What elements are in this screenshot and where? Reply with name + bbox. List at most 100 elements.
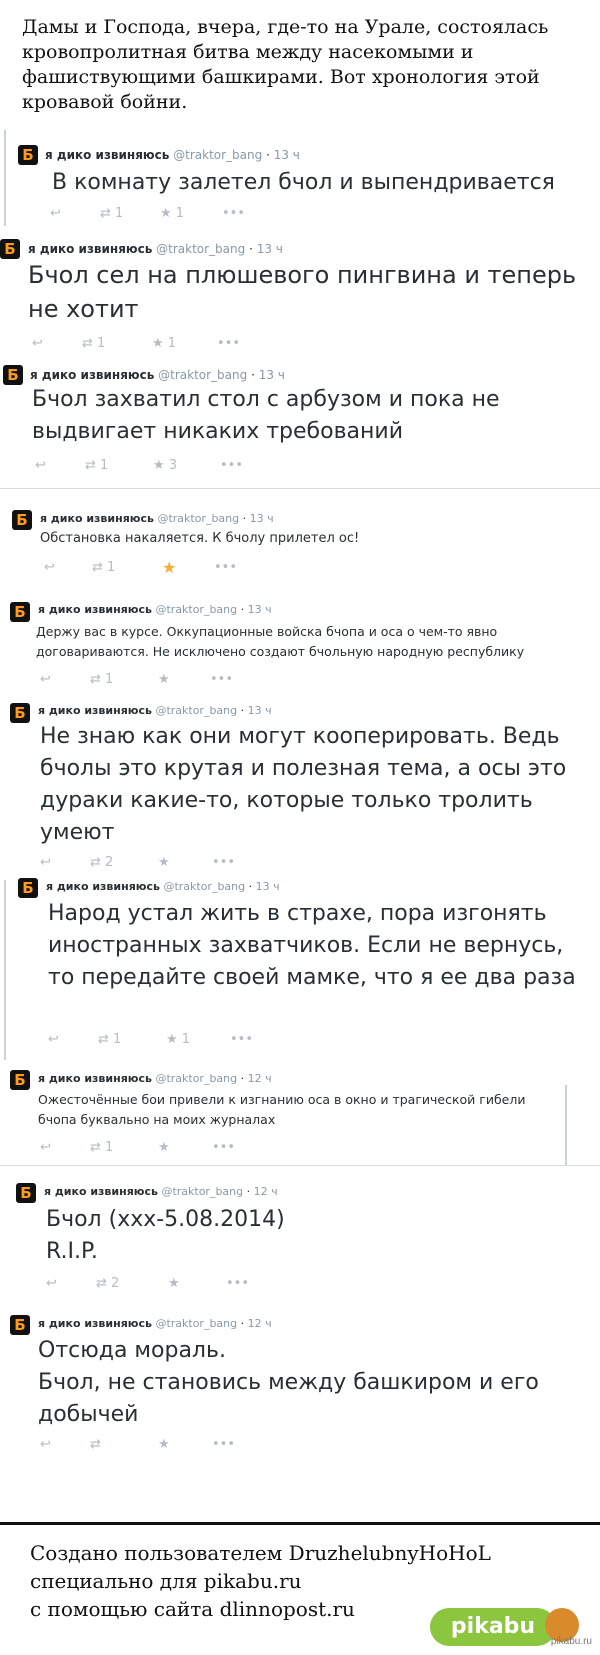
author-handle[interactable]: @traktor_bang — [157, 512, 239, 525]
tweet-text: Держу вас в курсе. Оккупационные войска … — [36, 624, 525, 659]
footer: Создано пользователем DruzhelubnyHoHoL с… — [0, 1522, 600, 1655]
reply-icon[interactable]: ↩ — [40, 855, 51, 870]
favorite-icon-active[interactable]: ★ — [162, 558, 176, 577]
favorite-icon[interactable]: ★ — [158, 672, 170, 687]
tweet-header: я дико извиняюсь @traktor_bang · 13 ч — [28, 242, 283, 256]
retweet-icon[interactable]: ⇄ — [90, 1437, 101, 1452]
avatar[interactable]: Б — [10, 1070, 30, 1090]
avatar[interactable]: Б — [18, 145, 38, 165]
author-handle[interactable]: @traktor_bang — [173, 148, 262, 162]
more-icon[interactable]: ••• — [217, 336, 240, 351]
tweet-header: я дико извиняюсь @traktor_bang · 13 ч — [45, 148, 300, 162]
reply-icon[interactable]: ↩ — [40, 1437, 51, 1452]
pikabu-logo[interactable]: pikabu — [430, 1608, 556, 1646]
favorite-icon[interactable]: ★ 3 — [153, 458, 177, 473]
reply-icon[interactable]: ↩ — [46, 1276, 57, 1291]
retweet-icon[interactable]: ⇄ 2 — [90, 855, 113, 870]
author-handle[interactable]: @traktor_bang — [155, 1317, 237, 1330]
avatar[interactable]: Б — [16, 1183, 36, 1203]
author-handle[interactable]: @traktor_bang — [158, 368, 247, 382]
footer-line-tool: с помощью сайта dlinnopost.ru — [30, 1597, 355, 1621]
author-name[interactable]: я дико извиняюсь — [30, 368, 154, 382]
author-handle[interactable]: @traktor_bang — [161, 1185, 243, 1198]
avatar[interactable]: Б — [10, 602, 30, 622]
tweet-time[interactable]: 13 ч — [250, 512, 274, 525]
retweet-count: 1 — [107, 560, 116, 575]
author-name[interactable]: я дико извиняюсь — [28, 242, 152, 256]
favorite-icon[interactable]: ★ — [158, 1140, 170, 1155]
author-name[interactable]: я дико извиняюсь — [38, 1072, 152, 1085]
author-name[interactable]: я дико извиняюсь — [44, 1185, 158, 1198]
reply-icon[interactable]: ↩ — [48, 1032, 59, 1047]
more-icon[interactable]: ••• — [212, 1140, 235, 1155]
author-name[interactable]: я дико извиняюсь — [38, 1317, 152, 1330]
more-icon[interactable]: ••• — [222, 206, 245, 221]
more-icon[interactable]: ••• — [220, 458, 243, 473]
more-icon[interactable]: ••• — [212, 855, 235, 870]
tweet-time[interactable]: 13 ч — [248, 704, 272, 717]
author-name[interactable]: я дико извиняюсь — [46, 880, 160, 893]
tweet-time[interactable]: 13 ч — [248, 603, 272, 616]
tweet-time[interactable]: 13 ч — [259, 368, 285, 382]
retweet-icon[interactable]: ⇄ 1 — [85, 458, 108, 473]
author-handle[interactable]: @traktor_bang — [155, 603, 237, 616]
tweet-time[interactable]: 13 ч — [274, 148, 300, 162]
more-icon[interactable]: ••• — [230, 1032, 253, 1047]
author-handle[interactable]: @traktor_bang — [163, 880, 245, 893]
author-name[interactable]: я дико извиняюсь — [40, 512, 154, 525]
divider — [4, 880, 6, 1060]
intro-text: Дамы и Господа, вчера, где-то на Урале, … — [22, 16, 549, 113]
tweet-time[interactable]: 12 ч — [248, 1072, 272, 1085]
reply-icon[interactable]: ↩ — [50, 206, 61, 221]
reply-icon[interactable]: ↩ — [40, 672, 51, 687]
avatar[interactable]: Б — [10, 703, 30, 723]
reply-icon[interactable]: ↩ — [35, 458, 46, 473]
tweet-text: Бчол (ххх-5.08.2014) R.I.P. — [46, 1207, 285, 1264]
avatar[interactable]: Б — [0, 239, 20, 259]
retweet-count: 1 — [97, 336, 106, 351]
tweet-time[interactable]: 13 ч — [257, 242, 283, 256]
reply-icon[interactable]: ↩ — [44, 560, 55, 575]
tweet-time[interactable]: 13 ч — [256, 880, 280, 893]
tweet-text: В комнату залетел бчол и выпендривается — [52, 170, 555, 195]
avatar[interactable]: Б — [18, 878, 38, 898]
favorite-count: 1 — [167, 336, 177, 351]
favorite-icon[interactable]: ★ 1 — [166, 1032, 190, 1047]
more-icon[interactable]: ••• — [214, 560, 237, 575]
author-handle[interactable]: @traktor_bang — [155, 1072, 237, 1085]
more-icon[interactable]: ••• — [212, 1437, 235, 1452]
avatar[interactable]: Б — [3, 365, 23, 385]
author-name[interactable]: я дико извиняюсь — [38, 704, 152, 717]
retweet-count: 1 — [115, 206, 124, 221]
author-handle[interactable]: @traktor_bang — [155, 704, 237, 717]
reply-icon[interactable]: ↩ — [32, 336, 43, 351]
favorite-icon[interactable]: ★ — [168, 1276, 180, 1291]
retweet-icon[interactable]: ⇄ 2 — [96, 1276, 119, 1291]
tweet-time[interactable]: 12 ч — [248, 1317, 272, 1330]
retweet-icon[interactable]: ⇄ 1 — [100, 206, 123, 221]
tweet-text: Обстановка накаляется. К бчолу прилетел … — [40, 531, 360, 546]
retweet-count: 1 — [105, 672, 114, 687]
favorite-icon[interactable]: ★ 1 — [160, 206, 184, 221]
retweet-icon[interactable]: ⇄ 1 — [92, 560, 115, 575]
retweet-icon[interactable]: ⇄ 1 — [82, 336, 105, 351]
author-handle[interactable]: @traktor_bang — [156, 242, 245, 256]
favorite-icon[interactable]: ★ 1 — [152, 336, 176, 351]
retweet-icon[interactable]: ⇄ 1 — [98, 1032, 121, 1047]
retweet-icon[interactable]: ⇄ 1 — [90, 1140, 113, 1155]
more-icon[interactable]: ••• — [226, 1276, 249, 1291]
tweet-time[interactable]: 12 ч — [254, 1185, 278, 1198]
favorite-icon[interactable]: ★ — [158, 1437, 170, 1452]
author-name[interactable]: я дико извиняюсь — [38, 603, 152, 616]
more-icon[interactable]: ••• — [210, 672, 233, 687]
footer-line-author: Создано пользователем DruzhelubnyHoHoL — [30, 1541, 491, 1565]
footer-text: Создано пользователем DruzhelubnyHoHoL с… — [30, 1539, 491, 1623]
avatar[interactable]: Б — [12, 510, 32, 530]
avatar[interactable]: Б — [10, 1315, 30, 1335]
tweet-text: Народ устал жить в страхе, пора изгонять… — [48, 901, 576, 990]
author-name[interactable]: я дико извиняюсь — [45, 148, 169, 162]
reply-icon[interactable]: ↩ — [40, 1140, 51, 1155]
favorite-count: 1 — [175, 206, 185, 221]
retweet-icon[interactable]: ⇄ 1 — [90, 672, 113, 687]
favorite-icon[interactable]: ★ — [158, 855, 170, 870]
